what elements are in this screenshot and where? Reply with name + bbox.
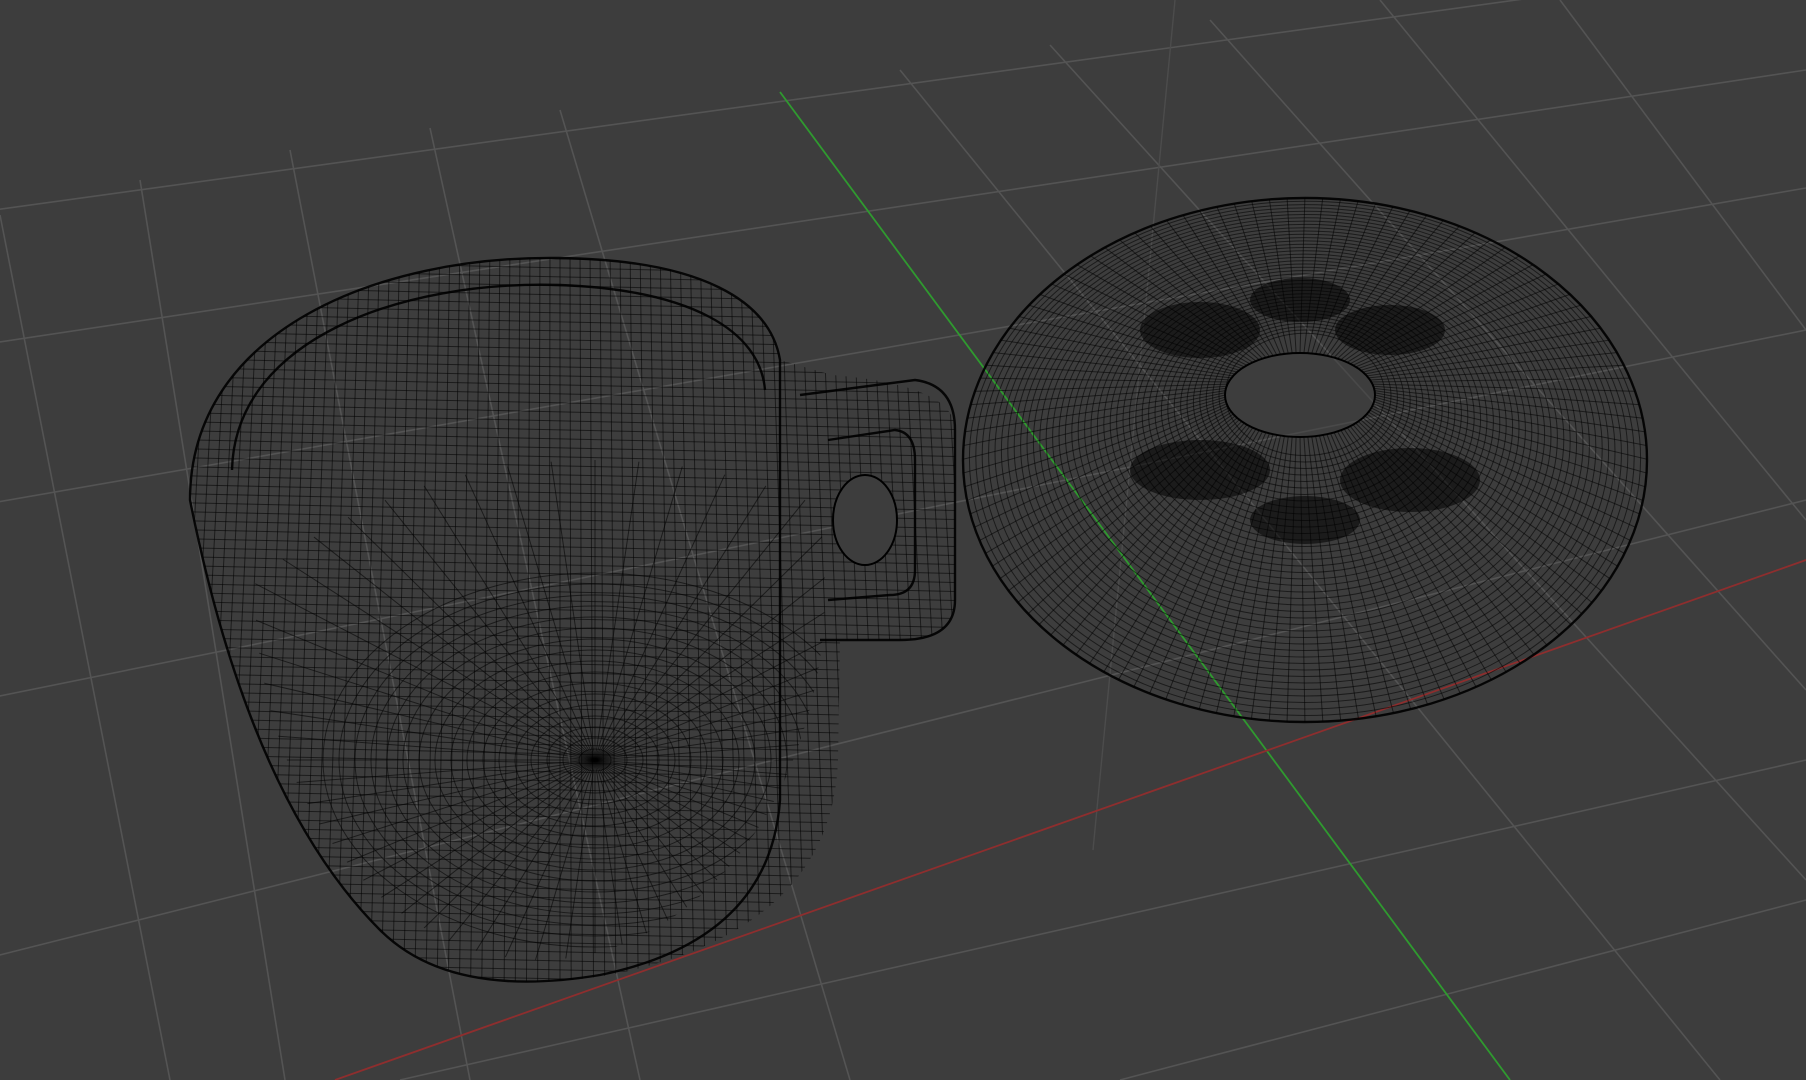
- grid-line: [1379, 0, 1806, 521]
- mesh-edge: [469, 257, 481, 982]
- mesh-edge: [569, 257, 572, 982]
- mesh-edge: [190, 888, 955, 908]
- mesh-edge: [190, 393, 955, 413]
- mesh-edge: [503, 257, 511, 982]
- icing-patch: [1250, 496, 1360, 544]
- mesh-edge: [190, 645, 955, 665]
- mesh-edge: [313, 257, 341, 982]
- mesh-edge: [335, 257, 361, 982]
- grid-line: [0, 69, 1806, 343]
- mesh-edge: [550, 759, 596, 960]
- mesh-edge: [190, 257, 201, 982]
- mesh-edge: [1373, 385, 1643, 406]
- mesh-edge: [423, 485, 596, 761]
- mesh-edge: [481, 257, 491, 982]
- mesh-edge: [190, 267, 955, 287]
- mesh-edge: [190, 429, 955, 449]
- mesh-edge: [889, 257, 931, 982]
- mesh-edge: [859, 257, 897, 982]
- mesh-edge: [190, 402, 955, 422]
- mug-mesh: [123, 240, 1019, 1006]
- mug-wireframe[interactable]: [123, 240, 1030, 1060]
- mesh-edge: [1369, 364, 1628, 381]
- mesh-edge: [190, 672, 955, 692]
- 3d-viewport[interactable]: [0, 0, 1806, 1080]
- mesh-edge: [594, 466, 683, 761]
- mesh-edge: [939, 257, 955, 982]
- mesh-edge: [190, 924, 955, 944]
- mesh-edge: [190, 834, 955, 854]
- mesh-edge: [190, 375, 955, 395]
- mesh-edge: [729, 257, 751, 982]
- mesh-edge: [779, 257, 807, 982]
- mesh-edge: [190, 897, 955, 917]
- mesh-edge: [839, 257, 875, 982]
- mesh-edge: [869, 257, 908, 982]
- mesh-edge: [123, 240, 170, 1000]
- mesh-edge: [525, 257, 531, 982]
- mesh-edge: [1371, 377, 1634, 383]
- mesh-edge: [190, 312, 955, 332]
- mesh-edge: [190, 906, 955, 926]
- mesh-edge: [190, 456, 955, 476]
- donut-hole: [1224, 352, 1376, 438]
- mesh-edge: [255, 759, 596, 883]
- grid-line: [0, 0, 1523, 211]
- mesh-edge: [190, 411, 955, 431]
- mesh-edge: [1368, 351, 1621, 379]
- mesh-edge: [324, 257, 351, 982]
- mesh-edge: [201, 257, 241, 982]
- mesh-edge: [190, 915, 955, 935]
- icing-patch: [1130, 440, 1270, 500]
- viewport-canvas[interactable]: [0, 0, 1806, 1080]
- mesh-edge: [970, 240, 1019, 1000]
- mesh-edge: [594, 759, 825, 854]
- grid-line: [1559, 0, 1806, 331]
- mesh-edge: [1303, 436, 1324, 722]
- mesh-edge: [190, 978, 955, 982]
- mesh-edge: [960, 240, 1008, 1000]
- mesh-edge: [134, 240, 180, 1000]
- grid-line: [0, 187, 1806, 503]
- icing-patch: [1140, 302, 1260, 358]
- mesh-edge: [909, 257, 953, 982]
- icing-patch: [1335, 305, 1445, 355]
- mesh-edge: [190, 294, 955, 314]
- mesh-edge: [899, 257, 942, 982]
- mesh-edge: [639, 257, 651, 982]
- mesh-edge: [190, 663, 955, 683]
- icing-patch: [1250, 278, 1350, 322]
- mesh-edge: [594, 666, 825, 761]
- mesh-edge: [150, 988, 980, 1006]
- mesh-edge: [190, 258, 955, 278]
- grid-line: [1119, 899, 1806, 1080]
- mesh-edge: [190, 627, 955, 647]
- mesh-edge: [799, 257, 830, 982]
- mesh-edge: [255, 759, 596, 854]
- mesh-edge: [190, 861, 955, 881]
- mesh-edge: [929, 257, 955, 982]
- mesh-edge: [659, 257, 673, 982]
- grid-line: [0, 214, 171, 1080]
- mesh-edge: [190, 257, 211, 982]
- mesh-edge: [669, 257, 684, 982]
- mesh-edge: [963, 392, 1226, 447]
- mesh-edge: [190, 825, 955, 845]
- mesh-edge: [190, 951, 955, 971]
- mesh-edge: [190, 330, 955, 350]
- mesh-edge: [190, 321, 955, 341]
- mesh-edge: [447, 257, 461, 982]
- mesh-edge: [579, 257, 583, 982]
- mesh-edge: [190, 933, 955, 953]
- mesh-edge: [1299, 436, 1306, 722]
- mesh-edge: [190, 257, 221, 982]
- mesh-edge: [190, 447, 955, 467]
- icing-patch: [1340, 448, 1480, 512]
- mesh-edge: [919, 257, 955, 982]
- mesh-edge: [190, 303, 955, 323]
- floor-grid: [0, 0, 1806, 1080]
- mesh-edge: [849, 257, 886, 982]
- mug-handle-hole: [832, 474, 898, 566]
